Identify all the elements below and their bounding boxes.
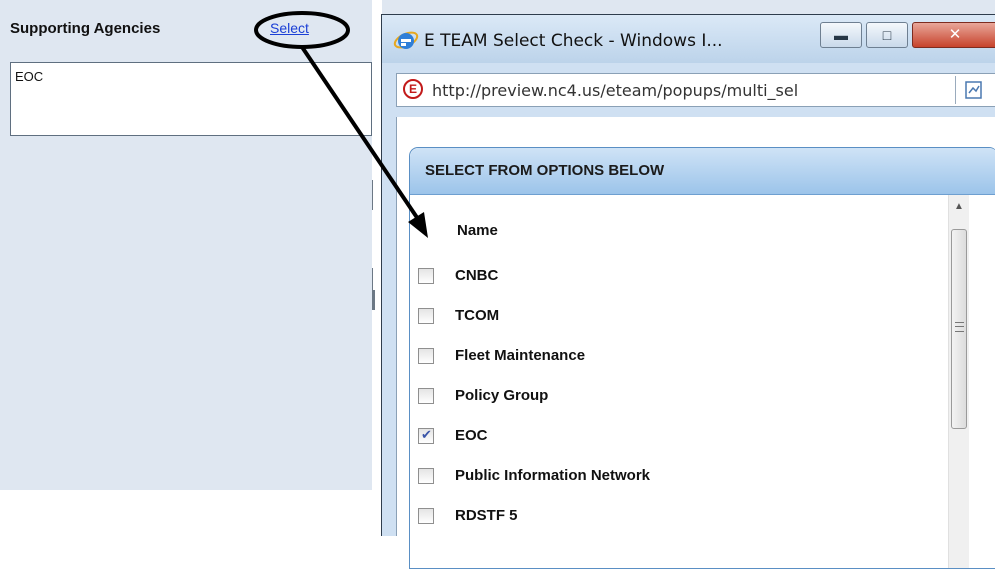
option-checkbox[interactable] [418,468,434,484]
option-checkbox[interactable] [418,268,434,284]
option-label: Public Information Network [455,467,651,484]
option-checkbox[interactable] [418,508,434,524]
supporting-agencies-field[interactable]: EOC [10,62,372,136]
scroll-up-arrow-icon[interactable]: ▲ [949,201,969,212]
select-link[interactable]: Select [270,20,309,36]
maximize-button[interactable]: □ [866,22,908,48]
window-title: E TEAM Select Check - Windows I... [424,31,723,51]
minimize-icon: ▬ [834,27,848,43]
panel-header: SELECT FROM OPTIONS BELOW [410,148,995,195]
address-bar[interactable]: E http://preview.nc4.us/eteam/popups/mul… [396,73,995,107]
supporting-agencies-value: EOC [15,69,44,84]
option-row[interactable]: RDSTF 5 [418,502,938,532]
name-column-header: Name [457,222,498,239]
close-icon: ✕ [948,26,962,43]
popup-content: SELECT FROM OPTIONS BELOW Name CNBC TCOM… [396,117,995,569]
supporting-agencies-label: Supporting Agencies [10,20,161,37]
option-checkbox[interactable] [418,308,434,324]
option-label: Fleet Maintenance [455,347,586,364]
panel-title: SELECT FROM OPTIONS BELOW [425,162,665,179]
address-separator [955,76,956,104]
option-row[interactable]: Policy Group [418,382,938,412]
popup-window: E TEAM Select Check - Windows I... ▬ □ ✕… [381,14,995,569]
address-url: http://preview.nc4.us/eteam/popups/multi… [432,81,799,100]
grip-icon [955,322,964,332]
internet-explorer-icon [393,31,419,49]
scrollbar-thumb[interactable] [951,229,967,429]
divider-tick [372,180,373,210]
page-blank-area [0,490,372,535]
option-checkbox-checked[interactable] [418,427,434,444]
minimize-button[interactable]: ▬ [820,22,862,48]
option-row[interactable]: EOC [418,422,938,452]
options-panel: SELECT FROM OPTIONS BELOW Name CNBC TCOM… [409,147,995,569]
option-label: Policy Group [455,387,549,404]
option-checkbox[interactable] [418,388,434,404]
option-label: EOC [455,427,488,444]
option-label: CNBC [455,267,499,284]
page-icon[interactable] [964,80,984,100]
option-checkbox[interactable] [418,348,434,364]
vertical-scrollbar[interactable]: ▲ [948,195,969,568]
site-security-icon: E [403,79,423,99]
maximize-icon: □ [882,27,892,43]
title-bar[interactable]: E TEAM Select Check - Windows I... ▬ □ ✕ [382,15,995,63]
option-row[interactable]: TCOM [418,302,938,332]
option-label: TCOM [455,307,500,324]
option-label: RDSTF 5 [455,507,518,524]
option-row[interactable]: CNBC [418,262,938,292]
option-row[interactable]: Fleet Maintenance [418,342,938,372]
option-row[interactable]: Public Information Network [418,462,938,492]
close-button[interactable]: ✕ [912,22,995,48]
divider-tick [372,290,375,310]
